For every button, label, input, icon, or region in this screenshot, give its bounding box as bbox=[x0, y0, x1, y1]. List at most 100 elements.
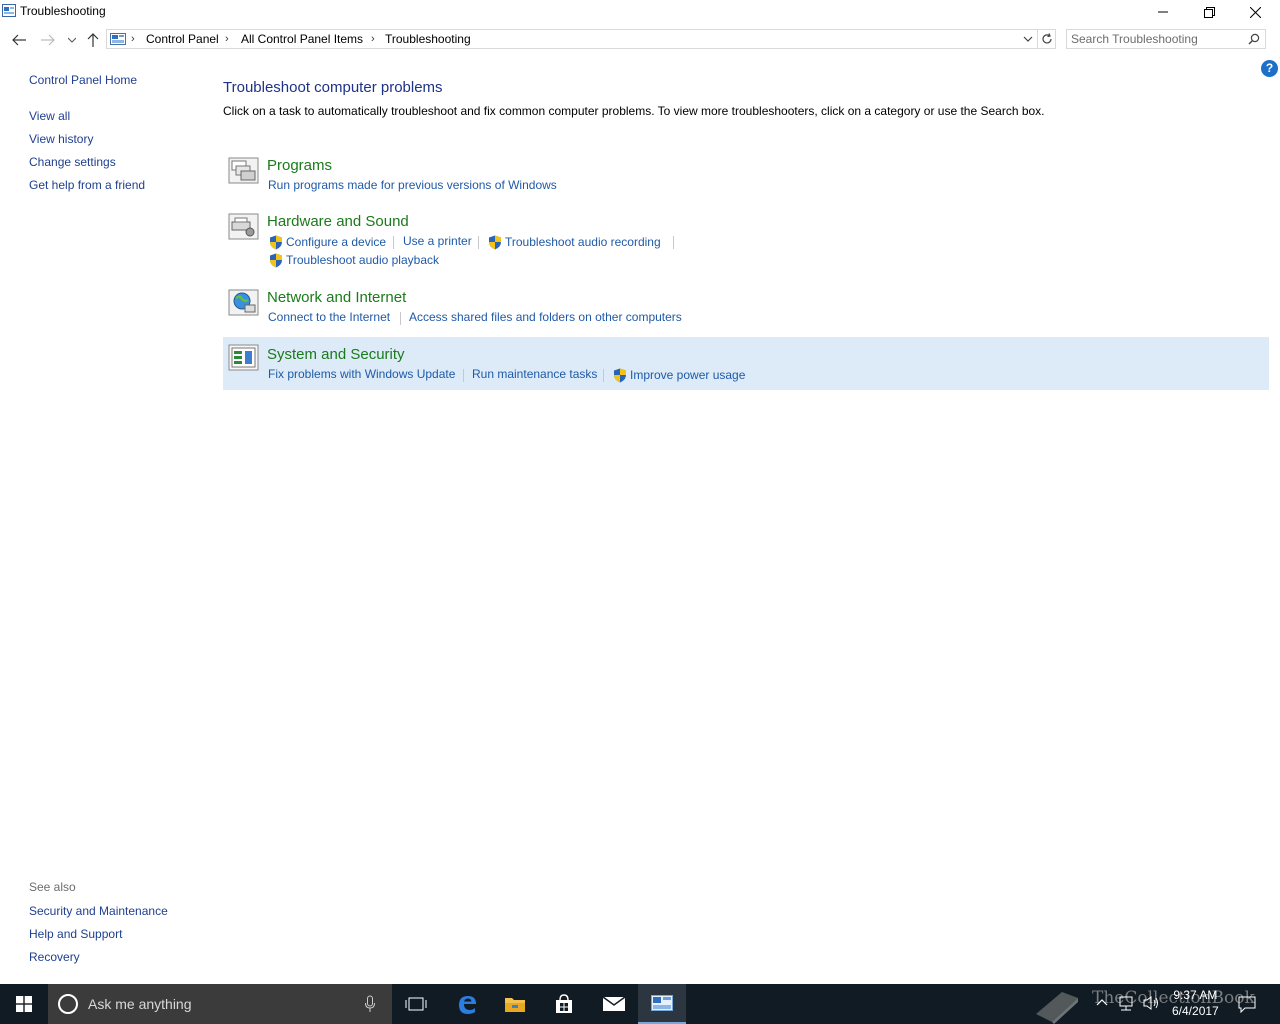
task-separator bbox=[478, 236, 479, 249]
cortana-icon bbox=[58, 994, 78, 1014]
cortana-search-placeholder: Ask me anything bbox=[88, 996, 192, 1012]
category-title-programs[interactable]: Programs bbox=[267, 157, 332, 174]
back-icon bbox=[12, 34, 26, 46]
microphone-icon[interactable] bbox=[364, 995, 376, 1013]
edge-icon bbox=[459, 996, 476, 1014]
breadcrumb-control-panel[interactable]: Control Panel bbox=[146, 32, 219, 46]
network-icon[interactable] bbox=[1118, 995, 1136, 1011]
control-panel-icon bbox=[651, 995, 673, 1011]
sidebar-item-get-help[interactable]: Get help from a friend bbox=[29, 178, 145, 192]
task-separator bbox=[393, 236, 394, 249]
task-troubleshoot-audio-recording[interactable]: Troubleshoot audio recording bbox=[505, 235, 661, 249]
file-explorer-button[interactable] bbox=[491, 984, 539, 1024]
recent-icon bbox=[68, 37, 76, 43]
shield-icon bbox=[270, 253, 282, 268]
search-box[interactable] bbox=[1066, 29, 1266, 49]
task-improve-power-usage[interactable]: Improve power usage bbox=[630, 368, 745, 382]
refresh-button[interactable] bbox=[1038, 29, 1056, 49]
category-title-network-and-internet[interactable]: Network and Internet bbox=[267, 289, 406, 306]
see-also-security-maintenance[interactable]: Security and Maintenance bbox=[29, 904, 168, 918]
breadcrumb-troubleshooting[interactable]: Troubleshooting bbox=[385, 32, 471, 46]
see-also-heading: See also bbox=[29, 880, 76, 894]
back-button[interactable] bbox=[9, 31, 29, 49]
category-title-hardware-and-sound[interactable]: Hardware and Sound bbox=[267, 213, 409, 230]
mail-button[interactable] bbox=[590, 984, 638, 1024]
breadcrumb-separator[interactable]: › bbox=[225, 33, 229, 45]
minimize-button[interactable] bbox=[1140, 0, 1186, 24]
hardware-sound-icon bbox=[228, 213, 259, 240]
chevron-up-icon[interactable] bbox=[1096, 998, 1108, 1006]
task-connect-internet[interactable]: Connect to the Internet bbox=[268, 310, 390, 324]
restore-icon bbox=[1203, 6, 1215, 18]
forward-icon bbox=[41, 34, 55, 46]
close-button[interactable] bbox=[1232, 0, 1278, 24]
task-view-button[interactable] bbox=[392, 984, 440, 1024]
task-access-shared-files[interactable]: Access shared files and folders on other… bbox=[409, 310, 682, 324]
programs-icon bbox=[228, 157, 259, 184]
app-icon bbox=[2, 4, 16, 17]
search-icon[interactable] bbox=[1248, 33, 1260, 45]
task-view-icon bbox=[405, 997, 427, 1011]
start-button[interactable] bbox=[0, 984, 48, 1024]
sidebar-item-change-settings[interactable]: Change settings bbox=[29, 155, 116, 169]
search-input[interactable] bbox=[1071, 32, 1241, 46]
taskbar: Ask me anything TheCollectionBook 9:37 A… bbox=[0, 984, 1280, 1024]
task-separator bbox=[400, 312, 401, 325]
control-panel-taskbar-button[interactable] bbox=[638, 984, 686, 1024]
help-icon: ? bbox=[1265, 61, 1274, 75]
store-icon bbox=[556, 994, 572, 1013]
control-panel-home-link[interactable]: Control Panel Home bbox=[29, 73, 137, 87]
task-use-printer[interactable]: Use a printer bbox=[403, 234, 472, 248]
shield-icon bbox=[489, 235, 501, 250]
clock[interactable]: 9:37 AM 6/4/2017 bbox=[1172, 987, 1219, 1019]
category-network-and-internet: Network and Internet Connect to the Inte… bbox=[223, 287, 1269, 331]
help-button[interactable]: ? bbox=[1261, 60, 1278, 77]
clock-date: 6/4/2017 bbox=[1172, 1004, 1219, 1018]
volume-icon[interactable] bbox=[1143, 995, 1161, 1011]
task-run-older-programs[interactable]: Run programs made for previous versions … bbox=[268, 178, 557, 192]
see-also-help-support[interactable]: Help and Support bbox=[29, 927, 122, 941]
sidebar-item-view-all[interactable]: View all bbox=[29, 109, 70, 123]
recent-locations-button[interactable] bbox=[62, 31, 82, 49]
breadcrumb-separator[interactable]: › bbox=[371, 33, 375, 45]
task-separator bbox=[603, 369, 604, 382]
task-run-maintenance[interactable]: Run maintenance tasks bbox=[472, 367, 597, 381]
breadcrumb-all-items[interactable]: All Control Panel Items bbox=[241, 32, 363, 46]
address-bar[interactable]: › Control Panel › All Control Panel Item… bbox=[106, 29, 1038, 49]
category-programs: Programs Run programs made for previous … bbox=[223, 154, 1269, 198]
windows-logo-icon bbox=[16, 996, 32, 1012]
category-title-system-and-security[interactable]: System and Security bbox=[267, 346, 405, 363]
file-explorer-icon bbox=[505, 998, 525, 1012]
forward-button[interactable] bbox=[38, 31, 58, 49]
control-panel-icon bbox=[110, 33, 126, 45]
see-also-recovery[interactable]: Recovery bbox=[29, 950, 80, 964]
up-button[interactable] bbox=[83, 31, 103, 49]
restore-button[interactable] bbox=[1186, 0, 1232, 24]
cortana-search-box[interactable]: Ask me anything bbox=[48, 984, 392, 1024]
network-internet-icon bbox=[228, 289, 259, 316]
store-button[interactable] bbox=[540, 984, 588, 1024]
task-troubleshoot-audio-playback[interactable]: Troubleshoot audio playback bbox=[286, 253, 439, 267]
sidebar-item-view-history[interactable]: View history bbox=[29, 132, 93, 146]
mail-icon bbox=[602, 996, 626, 1011]
edge-button[interactable] bbox=[443, 984, 491, 1024]
up-icon bbox=[87, 33, 99, 47]
page-description: Click on a task to automatically trouble… bbox=[223, 104, 1045, 118]
task-fix-windows-update[interactable]: Fix problems with Windows Update bbox=[268, 367, 455, 381]
close-icon bbox=[1249, 6, 1261, 18]
window-title: Troubleshooting bbox=[20, 4, 106, 18]
refresh-icon bbox=[1041, 33, 1052, 44]
system-security-icon bbox=[228, 344, 259, 371]
minimize-icon bbox=[1158, 11, 1168, 13]
task-configure-device[interactable]: Configure a device bbox=[286, 235, 386, 249]
page-title: Troubleshoot computer problems bbox=[223, 79, 443, 96]
chevron-down-icon[interactable] bbox=[1021, 32, 1035, 46]
action-center-icon[interactable] bbox=[1238, 995, 1256, 1013]
title-bar: Troubleshooting bbox=[0, 0, 1280, 24]
breadcrumb-separator[interactable]: › bbox=[131, 33, 135, 45]
category-hardware-and-sound: Hardware and Sound Configure a device Us… bbox=[223, 210, 1269, 272]
task-separator bbox=[673, 236, 674, 249]
shield-icon bbox=[614, 368, 626, 383]
category-system-and-security[interactable]: System and Security Fix problems with Wi… bbox=[223, 337, 1269, 390]
shield-icon bbox=[270, 235, 282, 250]
